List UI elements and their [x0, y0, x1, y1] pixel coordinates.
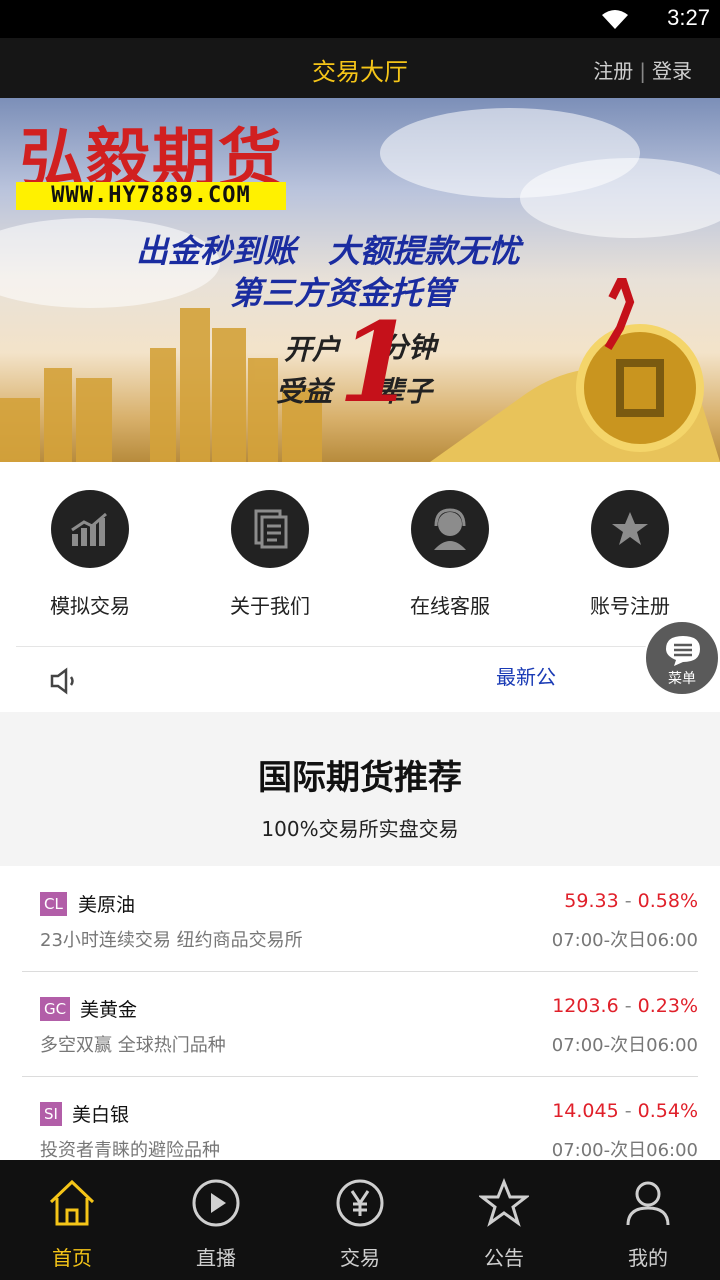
quick-about-us[interactable]: 关于我们 [190, 490, 350, 619]
product-name: 美原油 [78, 894, 136, 916]
quick-label: 在线客服 [410, 594, 490, 618]
play-icon [192, 1179, 240, 1227]
price-change: 0.23% [637, 995, 698, 1017]
banner-text-benefit: 受益 [276, 375, 333, 408]
tab-profile[interactable]: 我的 [576, 1160, 720, 1280]
price-dash: - [624, 995, 632, 1017]
tab-label: 交易 [340, 1246, 380, 1270]
product-price: 59.33 - 0.58% [564, 890, 698, 912]
status-bar: 3:27 [0, 0, 720, 38]
status-time: 3:27 [667, 5, 710, 30]
notice-text[interactable]: 最新公 [496, 661, 556, 690]
list-item[interactable]: GC 美黄金 1203.6 - 0.23% 多空双赢 全球热门品种 07:00-… [22, 971, 698, 1077]
product-name: 美白银 [72, 1104, 130, 1126]
login-link[interactable]: 登录 [652, 59, 692, 83]
speaker-icon [50, 667, 74, 695]
product-list: CL 美原油 59.33 - 0.58% 23小时连续交易 纽约商品交易所 07… [0, 866, 720, 1160]
product-code-badge: SI [40, 1102, 62, 1126]
customer-service-icon [411, 490, 489, 568]
list-item[interactable]: CL 美原油 59.33 - 0.58% 23小时连续交易 纽约商品交易所 07… [22, 866, 698, 972]
price-change: 0.54% [637, 1100, 698, 1122]
section-header: 国际期货推荐 100%交易所实盘交易 [0, 712, 720, 866]
product-price: 1203.6 - 0.23% [552, 995, 698, 1017]
product-code-badge: CL [40, 892, 67, 916]
quick-simulated-trading[interactable]: 模拟交易 [10, 490, 170, 619]
tab-label: 直播 [196, 1246, 236, 1270]
product-description: 多空双赢 全球热门品种 [40, 1035, 226, 1056]
register-link[interactable]: 注册 [593, 59, 633, 83]
quick-label: 模拟交易 [50, 594, 130, 618]
quick-label: 关于我们 [230, 594, 310, 618]
bottom-tab-bar: 首页 直播 交易 公告 我的 [0, 1160, 720, 1280]
auth-separator: | [639, 59, 646, 83]
product-hours: 07:00-次日06:00 [551, 1035, 698, 1056]
promo-banner[interactable]: 弘毅期货 WWW.HY7889.COM 出金秒到账 大额提款无忧 第三方资金托管… [0, 98, 720, 462]
trend-chart-icon [51, 490, 129, 568]
product-hours: 07:00-次日06:00 [551, 930, 698, 951]
product-description: 投资者青睐的避险品种 [40, 1140, 220, 1160]
price-dash: - [624, 1100, 632, 1122]
banner-url: WWW.HY7889.COM [16, 182, 286, 210]
tab-label: 我的 [628, 1246, 668, 1270]
auth-links: 注册 | 登录 [593, 55, 692, 84]
banner-big-number: 1 [338, 298, 415, 427]
tab-label: 公告 [484, 1246, 524, 1270]
tab-live[interactable]: 直播 [144, 1160, 288, 1280]
quick-account-register[interactable]: 账号注册 [550, 490, 710, 619]
quick-label: 账号注册 [590, 594, 670, 618]
star-outline-icon [479, 1178, 529, 1227]
wifi-icon [602, 10, 628, 29]
product-code-badge: GC [40, 997, 71, 1021]
user-icon [626, 1181, 670, 1226]
top-bar: 交易大厅 注册 | 登录 [0, 38, 720, 98]
chat-menu-icon [666, 636, 700, 666]
price-value: 14.045 [552, 1100, 619, 1122]
notice-bar[interactable]: 最新公 [0, 647, 720, 711]
price-change: 0.58% [637, 890, 698, 912]
home-icon [49, 1179, 95, 1226]
price-value: 59.33 [564, 890, 619, 912]
section-subtitle: 100%交易所实盘交易 [261, 817, 459, 841]
section-title: 国际期货推荐 [258, 758, 462, 798]
star-icon [591, 490, 669, 568]
document-icon [231, 490, 309, 568]
yen-icon [336, 1179, 384, 1227]
product-hours: 07:00-次日06:00 [551, 1140, 698, 1160]
tab-home[interactable]: 首页 [0, 1160, 144, 1280]
banner-text-open: 开户 [284, 333, 341, 366]
product-price: 14.045 - 0.54% [552, 1100, 698, 1122]
price-value: 1203.6 [552, 995, 619, 1017]
tab-label: 首页 [52, 1246, 92, 1270]
menu-label: 菜单 [668, 671, 696, 687]
price-dash: - [624, 890, 632, 912]
tab-trade[interactable]: 交易 [288, 1160, 432, 1280]
product-description: 23小时连续交易 纽约商品交易所 [40, 930, 303, 951]
quick-actions: 模拟交易 关于我们 在线客服 账号注册 最新公 [0, 462, 720, 712]
floating-menu-button[interactable]: 菜单 [644, 620, 720, 696]
product-name: 美黄金 [80, 999, 138, 1021]
banner-headline: 出金秒到账 大额提款无忧 [136, 232, 521, 270]
tab-announcements[interactable]: 公告 [432, 1160, 576, 1280]
quick-online-service[interactable]: 在线客服 [370, 490, 530, 619]
list-item[interactable]: SI 美白银 14.045 - 0.54% 投资者青睐的避险品种 07:00-次… [22, 1076, 698, 1160]
